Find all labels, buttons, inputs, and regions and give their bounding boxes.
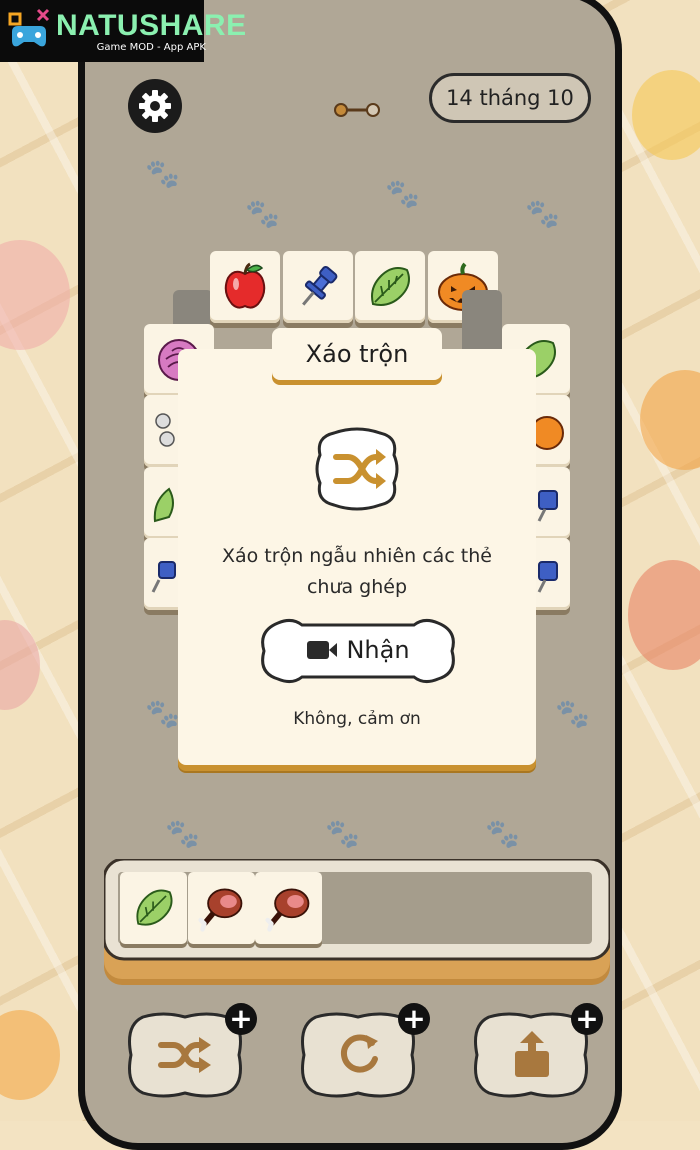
- game-screen: 🐾 🐾 🐾 🐾 🐾 🐾 🐾 🐾 🐾 14 tháng 10 Xáo trộn X…: [78, 0, 622, 1150]
- paw-pattern: 🐾: [145, 697, 180, 730]
- lettuce-icon: [153, 487, 174, 523]
- dialog-title: Xáo trộn: [272, 328, 442, 380]
- lettuce-icon: [135, 889, 172, 926]
- add-powerup-icon[interactable]: +: [571, 1003, 603, 1035]
- pushpin-icon: [151, 561, 176, 593]
- board-tile-pushpin[interactable]: [283, 251, 353, 323]
- board-tile-apple[interactable]: [210, 251, 280, 323]
- watermark-tagline: Game MOD - App APK: [96, 41, 206, 53]
- dialog-description-line2: chưa ghép: [306, 576, 408, 598]
- shuffle-powerup-button[interactable]: +: [123, 1003, 257, 1099]
- cabbage-icon: [371, 267, 410, 306]
- dialog-description: Xáo trộn ngẫu nhiên các thẻ chưa ghép: [188, 541, 526, 603]
- board-tile-cabbage[interactable]: [355, 251, 425, 323]
- date-badge: 14 tháng 10: [429, 73, 591, 123]
- gear-icon: [139, 90, 171, 122]
- pushpin-icon: [302, 265, 338, 306]
- pop-out-icon: [515, 1031, 549, 1077]
- decline-link[interactable]: Không, cảm ơn: [188, 709, 526, 729]
- paw-pattern: 🐾: [325, 817, 360, 850]
- meat-icon: [197, 888, 242, 932]
- shuffle-icon: [158, 1037, 211, 1073]
- watermark-brand: NATUSHARE: [56, 8, 247, 42]
- paw-pattern: 🐾: [165, 817, 200, 850]
- board-tile-pushpin[interactable]: [530, 538, 570, 610]
- board-tile-pushpin[interactable]: [530, 467, 570, 539]
- pop-out-powerup-button[interactable]: +: [469, 1003, 603, 1099]
- tray-slot-meat: [188, 872, 255, 944]
- meat-icon: [264, 888, 309, 932]
- claim-button-label: Nhận: [346, 636, 410, 664]
- paw-pattern: 🐾: [145, 157, 180, 190]
- board-tile-pumpkin[interactable]: [530, 395, 570, 467]
- paw-pattern: 🐾: [385, 177, 420, 210]
- claim-button-content: Nhận: [256, 617, 460, 683]
- add-powerup-icon[interactable]: +: [225, 1003, 257, 1035]
- pushpin-icon: [537, 561, 558, 593]
- claim-button[interactable]: Nhận: [256, 617, 460, 687]
- tray-slot-lettuce: [120, 872, 187, 944]
- dialog-description-line1: Xáo trộn ngẫu nhiên các thẻ: [221, 545, 492, 567]
- natushare-watermark: NATUSHARE Game MOD - App APK: [0, 0, 246, 62]
- paw-pattern: 🐾: [485, 817, 520, 850]
- undo-powerup-button[interactable]: +: [296, 1003, 430, 1099]
- paw-pattern: 🐾: [525, 197, 560, 230]
- tray-slot-meat: [255, 872, 322, 944]
- undo-icon: [340, 1034, 378, 1073]
- bone-icon: [155, 413, 175, 447]
- add-powerup-icon[interactable]: +: [398, 1003, 430, 1035]
- level-progress-icon: [333, 102, 381, 118]
- apple-icon: [224, 262, 266, 309]
- gamepad-logo-icon: [4, 6, 54, 56]
- paw-pattern: 🐾: [245, 197, 280, 230]
- video-camera-icon: [307, 641, 338, 659]
- settings-button[interactable]: [128, 79, 182, 133]
- pushpin-icon: [537, 490, 558, 522]
- shuffle-icon: [314, 427, 400, 511]
- pumpkin-icon: [533, 416, 564, 450]
- paw-pattern: 🐾: [555, 697, 590, 730]
